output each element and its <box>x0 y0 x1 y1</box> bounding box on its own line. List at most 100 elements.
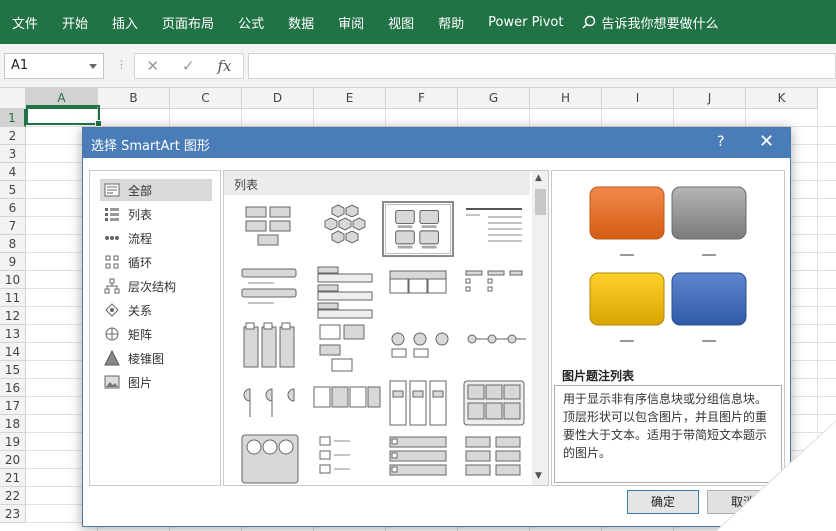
column-header[interactable]: E <box>314 88 386 109</box>
tab-view[interactable]: 视图 <box>376 13 426 32</box>
process-icon <box>105 236 119 240</box>
vertical-block-list-icon[interactable] <box>310 433 382 486</box>
select-all-corner[interactable] <box>0 88 26 109</box>
vertical-box-list-icon[interactable] <box>234 321 306 377</box>
framed-picture-list-icon[interactable] <box>458 377 530 433</box>
column-header[interactable]: G <box>458 88 530 109</box>
category-hierarchy[interactable]: 层次结构 <box>100 275 212 297</box>
scroll-thumb[interactable] <box>535 189 546 215</box>
chevron-down-icon[interactable] <box>89 64 97 69</box>
row-header[interactable]: 7 <box>0 217 26 235</box>
row-header[interactable]: 16 <box>0 379 26 397</box>
column-header[interactable]: B <box>98 88 170 109</box>
circle-label-list-icon[interactable] <box>382 321 454 377</box>
row-header[interactable]: 3 <box>0 145 26 163</box>
tab-help[interactable]: 帮助 <box>426 13 476 32</box>
lined-list-icon[interactable] <box>458 201 530 257</box>
column-header[interactable]: J <box>674 88 746 109</box>
stacked-list-icon[interactable] <box>310 263 382 319</box>
row-header[interactable]: 6 <box>0 199 26 217</box>
name-box[interactable]: A1 <box>4 53 104 79</box>
tab-review[interactable]: 审阅 <box>326 13 376 32</box>
row-header[interactable]: 1 <box>0 109 26 127</box>
hexagon-cluster-icon[interactable] <box>310 201 382 257</box>
category-label: 循环 <box>128 255 153 270</box>
tab-insert[interactable]: 插入 <box>100 13 150 32</box>
name-box-value: A1 <box>11 58 29 73</box>
tab-list-icon[interactable] <box>382 433 454 486</box>
row-header[interactable]: 21 <box>0 469 26 487</box>
row-header[interactable]: 5 <box>0 181 26 199</box>
formula-input[interactable] <box>248 53 836 79</box>
column-header[interactable]: C <box>170 88 242 109</box>
cycle-icon <box>105 255 119 269</box>
column-header[interactable]: I <box>602 88 674 109</box>
row-header[interactable]: 11 <box>0 289 26 307</box>
insert-function-icon[interactable]: fx <box>218 57 232 75</box>
category-pyramid[interactable]: 棱锥图 <box>100 347 212 369</box>
category-cycle[interactable]: 循环 <box>100 251 212 273</box>
grouped-list-icon[interactable] <box>310 321 382 377</box>
scroll-down-icon[interactable]: ▼ <box>535 471 542 481</box>
tell-me-search[interactable]: 告诉我你想要做什么 <box>581 13 719 32</box>
category-matrix[interactable]: 矩阵 <box>100 323 212 345</box>
tab-page-layout[interactable]: 页面布局 <box>150 13 226 32</box>
row-header[interactable]: 9 <box>0 253 26 271</box>
formula-bar-splitter[interactable]: ⋮ <box>116 58 127 71</box>
tab-home[interactable]: 开始 <box>50 13 100 32</box>
smartart-preview-image <box>589 186 747 342</box>
circle-picture-list-icon[interactable] <box>234 433 306 486</box>
basic-block-list-icon[interactable] <box>234 201 306 257</box>
gallery-scrollbar[interactable]: ▲ ▼ <box>532 171 548 485</box>
tab-file[interactable]: 文件 <box>0 13 50 32</box>
tab-data[interactable]: 数据 <box>276 13 326 32</box>
table-list-icon[interactable] <box>382 263 454 319</box>
tab-power-pivot[interactable]: Power Pivot <box>476 15 575 30</box>
smartart-dialog: 选择 SmartArt 图形 ? ✕ 全部 列表 流程 循环 层次结构 关系 矩… <box>82 127 791 527</box>
category-relationship[interactable]: 关系 <box>100 299 212 321</box>
row-header[interactable]: 12 <box>0 307 26 325</box>
close-button[interactable]: ✕ <box>759 131 774 152</box>
scroll-up-icon[interactable]: ▲ <box>535 173 542 183</box>
enter-formula-icon[interactable]: ✓ <box>182 57 195 75</box>
arrow-segment-list-icon[interactable] <box>310 377 382 433</box>
category-list-item[interactable]: 列表 <box>100 203 212 225</box>
row-header[interactable]: 20 <box>0 451 26 469</box>
row-header[interactable]: 8 <box>0 235 26 253</box>
ok-button[interactable]: 确定 <box>627 490 699 514</box>
row-header[interactable]: 17 <box>0 397 26 415</box>
active-cell[interactable] <box>26 105 102 127</box>
row-header[interactable]: 19 <box>0 433 26 451</box>
row-header[interactable]: 18 <box>0 415 26 433</box>
row-header[interactable]: 13 <box>0 325 26 343</box>
tab-formulas[interactable]: 公式 <box>226 13 276 32</box>
trapezoid-list-icon[interactable] <box>458 263 530 319</box>
picture-icon <box>104 375 120 389</box>
column-header[interactable]: K <box>746 88 818 109</box>
tell-me-text: 告诉我你想要做什么 <box>601 16 719 32</box>
row-header[interactable]: 4 <box>0 163 26 181</box>
row-header[interactable]: 22 <box>0 487 26 505</box>
row-header[interactable]: 23 <box>0 505 26 523</box>
half-circle-list-icon[interactable] <box>234 377 306 433</box>
box-column-list-icon[interactable] <box>382 377 454 433</box>
list-icon <box>105 208 119 221</box>
column-header[interactable]: D <box>242 88 314 109</box>
picture-caption-list-icon[interactable] <box>382 201 454 257</box>
column-header[interactable]: H <box>530 88 602 109</box>
formula-buttons: ✕ ✓ fx <box>134 53 244 79</box>
category-label: 全部 <box>128 183 153 198</box>
row-header[interactable]: 10 <box>0 271 26 289</box>
category-all[interactable]: 全部 <box>100 179 212 201</box>
row-header[interactable]: 14 <box>0 343 26 361</box>
bead-chain-list-icon[interactable] <box>458 321 530 377</box>
cancel-formula-icon[interactable]: ✕ <box>146 57 159 75</box>
help-button[interactable]: ? <box>717 134 724 150</box>
column-header[interactable]: F <box>386 88 458 109</box>
row-header[interactable]: 2 <box>0 127 26 145</box>
square-accent-list-icon[interactable] <box>458 433 530 486</box>
row-header[interactable]: 15 <box>0 361 26 379</box>
category-process[interactable]: 流程 <box>100 227 212 249</box>
horizontal-bullet-list-icon[interactable] <box>234 263 306 319</box>
category-picture[interactable]: 图片 <box>100 371 212 393</box>
